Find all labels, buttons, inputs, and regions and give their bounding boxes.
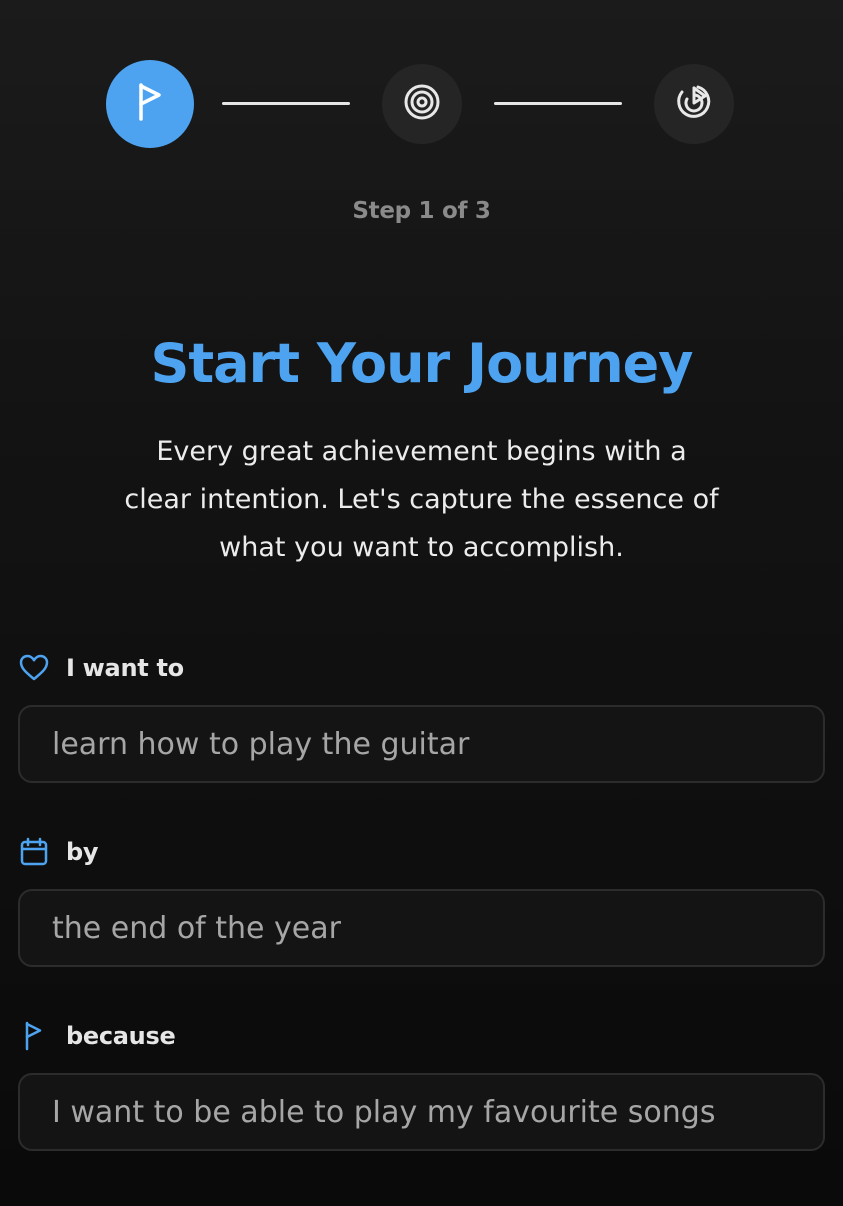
page-subtitle: Every great achievement begins with a cl… xyxy=(124,436,719,563)
reason-input[interactable] xyxy=(18,1073,825,1151)
flag-icon xyxy=(130,79,170,129)
field-label-goal: I want to xyxy=(18,652,184,684)
target-icon xyxy=(402,82,442,126)
field-label-reason: because xyxy=(18,1020,176,1052)
step-indicator: Step 1 of 3 xyxy=(352,198,491,224)
goal-input[interactable] xyxy=(18,705,825,783)
field-label-text: I want to xyxy=(66,654,184,682)
step-connector xyxy=(222,102,350,105)
radar-play-icon xyxy=(674,82,714,126)
stepper xyxy=(0,60,843,148)
flag-icon xyxy=(18,1020,50,1052)
field-label-text: because xyxy=(66,1022,176,1050)
deadline-input[interactable] xyxy=(18,889,825,967)
step-3-button[interactable] xyxy=(654,64,734,144)
heart-icon xyxy=(18,652,50,684)
step-2-button[interactable] xyxy=(382,64,462,144)
field-label-deadline: by xyxy=(18,836,99,868)
step-1-button[interactable] xyxy=(106,60,194,148)
field-label-text: by xyxy=(66,838,99,866)
step-connector xyxy=(494,102,622,105)
calendar-icon xyxy=(18,836,50,868)
page-title: Start Your Journey xyxy=(150,332,693,395)
